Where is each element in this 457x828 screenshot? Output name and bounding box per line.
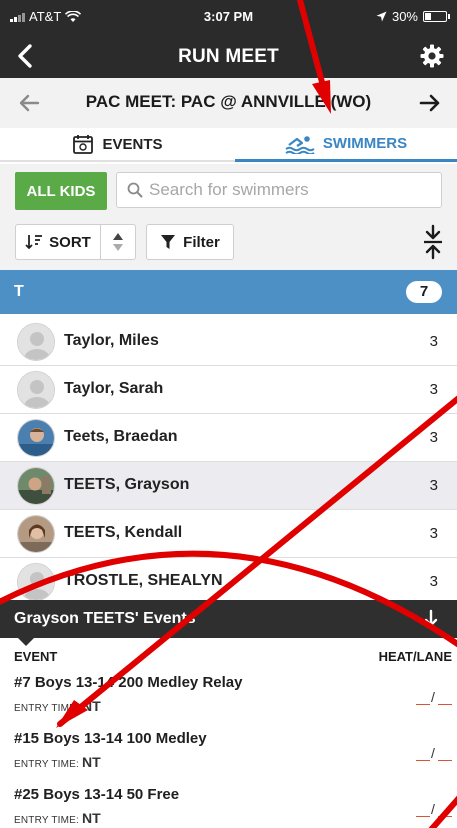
avatar-placeholder: [17, 371, 55, 409]
nav-bar: RUN MEET: [0, 34, 457, 78]
meet-title: PAC MEET: PAC @ ANNVILLE (WO): [85, 92, 372, 111]
entry-time-value: NT: [82, 754, 101, 770]
entry-time-label: ENTRY TIME:: [14, 815, 79, 826]
sort-order-icon: [113, 233, 123, 251]
search-box: [116, 172, 442, 208]
group-count-badge: 7: [406, 281, 442, 303]
entry-time: ENTRY TIME: NT: [14, 698, 101, 714]
location-arrow-icon: [376, 11, 387, 22]
heat-lane-separator: /: [431, 801, 435, 817]
battery-percent: 30%: [391, 9, 418, 24]
entry-time-value: NT: [82, 698, 101, 714]
meet-header: PAC MEET: PAC @ ANNVILLE (WO): [0, 78, 457, 128]
avatar-placeholder: [17, 563, 55, 600]
sort-row: SORT Filter: [0, 216, 457, 270]
sort-button[interactable]: SORT: [15, 224, 101, 260]
heat-lane-field[interactable]: /: [416, 801, 452, 817]
swimmer-icon: [285, 135, 315, 154]
all-kids-button[interactable]: ALL KIDS: [15, 172, 107, 210]
event-name: #25 Boys 13-14 50 Free: [14, 786, 180, 803]
swimmer-row[interactable]: TEETS, Kendall 3: [0, 510, 457, 558]
heat-lane-separator: /: [431, 689, 435, 705]
entry-time: ENTRY TIME: NT: [14, 810, 101, 826]
avatar-photo: [17, 419, 55, 457]
swimmer-list: Taylor, Miles 3 Taylor, Sarah 3 Teets, B…: [0, 318, 457, 600]
col-event: EVENT: [14, 649, 58, 664]
swimmer-row[interactable]: Taylor, Sarah 3: [0, 366, 457, 414]
event-row[interactable]: #15 Boys 13-14 100 Medley ENTRY TIME: NT …: [0, 724, 457, 780]
heat-lane-field[interactable]: /: [416, 745, 452, 761]
events-panel-title: Grayson TEETS' Events: [14, 610, 196, 627]
chevron-down-icon[interactable]: [423, 609, 439, 629]
event-name: #15 Boys 13-14 100 Medley: [14, 730, 207, 747]
col-heat-lane: HEAT/LANE: [378, 649, 452, 664]
filter-row: ALL KIDS: [0, 164, 457, 216]
entry-time-value: NT: [82, 810, 101, 826]
swimmer-name: TEETS, Kendall: [64, 524, 183, 541]
battery-icon: [423, 11, 450, 22]
entry-time-label: ENTRY TIME:: [14, 759, 79, 770]
event-row[interactable]: #7 Boys 13-14 200 Medley Relay ENTRY TIM…: [0, 668, 457, 724]
gear-icon[interactable]: [419, 43, 445, 69]
tab-swimmers[interactable]: SWIMMERS: [235, 128, 457, 162]
heat-lane-field[interactable]: /: [416, 689, 452, 705]
swimmer-event-count: 3: [429, 573, 438, 590]
calendar-icon: [73, 135, 94, 154]
status-bar: AT&T 3:07 PM 30%: [0, 0, 457, 34]
swimmer-name: Teets, Braedan: [64, 428, 178, 445]
sort-icon: [25, 235, 43, 250]
selection-pointer: [18, 638, 34, 646]
avatar-photo: [17, 467, 55, 505]
status-right: 30%: [376, 9, 450, 24]
view-tabs: EVENTS SWIMMERS: [0, 128, 457, 162]
search-input[interactable]: [149, 180, 439, 200]
collapse-icon[interactable]: [419, 224, 447, 260]
swimmer-row[interactable]: Teets, Braedan 3: [0, 414, 457, 462]
events-table-header: EVENT HEAT/LANE: [0, 638, 457, 668]
swimmer-row[interactable]: TROSTLE, SHEALYN 3: [0, 558, 457, 600]
swimmer-name: Taylor, Miles: [64, 332, 159, 349]
swimmer-event-count: 3: [429, 525, 438, 542]
filter-label: Filter: [183, 233, 220, 251]
avatar-placeholder: [17, 323, 55, 361]
swimmer-row[interactable]: Taylor, Miles 3: [0, 318, 457, 366]
group-header[interactable]: T 7: [0, 270, 457, 314]
search-icon: [127, 182, 143, 198]
swimmer-row-selected[interactable]: TEETS, Grayson 3: [0, 462, 457, 510]
event-row[interactable]: #25 Boys 13-14 50 Free ENTRY TIME: NT /: [0, 780, 457, 828]
entry-time: ENTRY TIME: NT: [14, 754, 101, 770]
swimmer-event-count: 3: [429, 333, 438, 350]
arrow-right-icon[interactable]: [417, 90, 443, 116]
avatar-photo: [17, 515, 55, 553]
swimmer-name: TEETS, Grayson: [64, 476, 190, 493]
group-letter: T: [14, 283, 24, 300]
page-title: RUN MEET: [178, 46, 279, 67]
swimmer-event-count: 3: [429, 429, 438, 446]
sort-label: SORT: [49, 233, 91, 251]
tab-swimmers-label: SWIMMERS: [322, 135, 408, 152]
tab-events[interactable]: EVENTS: [0, 128, 235, 162]
swimmer-name: Taylor, Sarah: [64, 380, 164, 397]
swimmer-name: TROSTLE, SHEALYN: [64, 572, 223, 589]
tab-events-label: EVENTS: [102, 135, 163, 153]
swimmer-event-count: 3: [429, 381, 438, 398]
filter-button[interactable]: Filter: [146, 224, 234, 260]
filter-icon: [161, 235, 176, 249]
events-panel-header[interactable]: Grayson TEETS' Events: [0, 600, 457, 646]
event-name: #7 Boys 13-14 200 Medley Relay: [14, 674, 243, 691]
entry-time-label: ENTRY TIME:: [14, 703, 79, 714]
sort-order-toggle[interactable]: [100, 224, 136, 260]
swimmer-event-count: 3: [429, 477, 438, 494]
heat-lane-separator: /: [431, 745, 435, 761]
